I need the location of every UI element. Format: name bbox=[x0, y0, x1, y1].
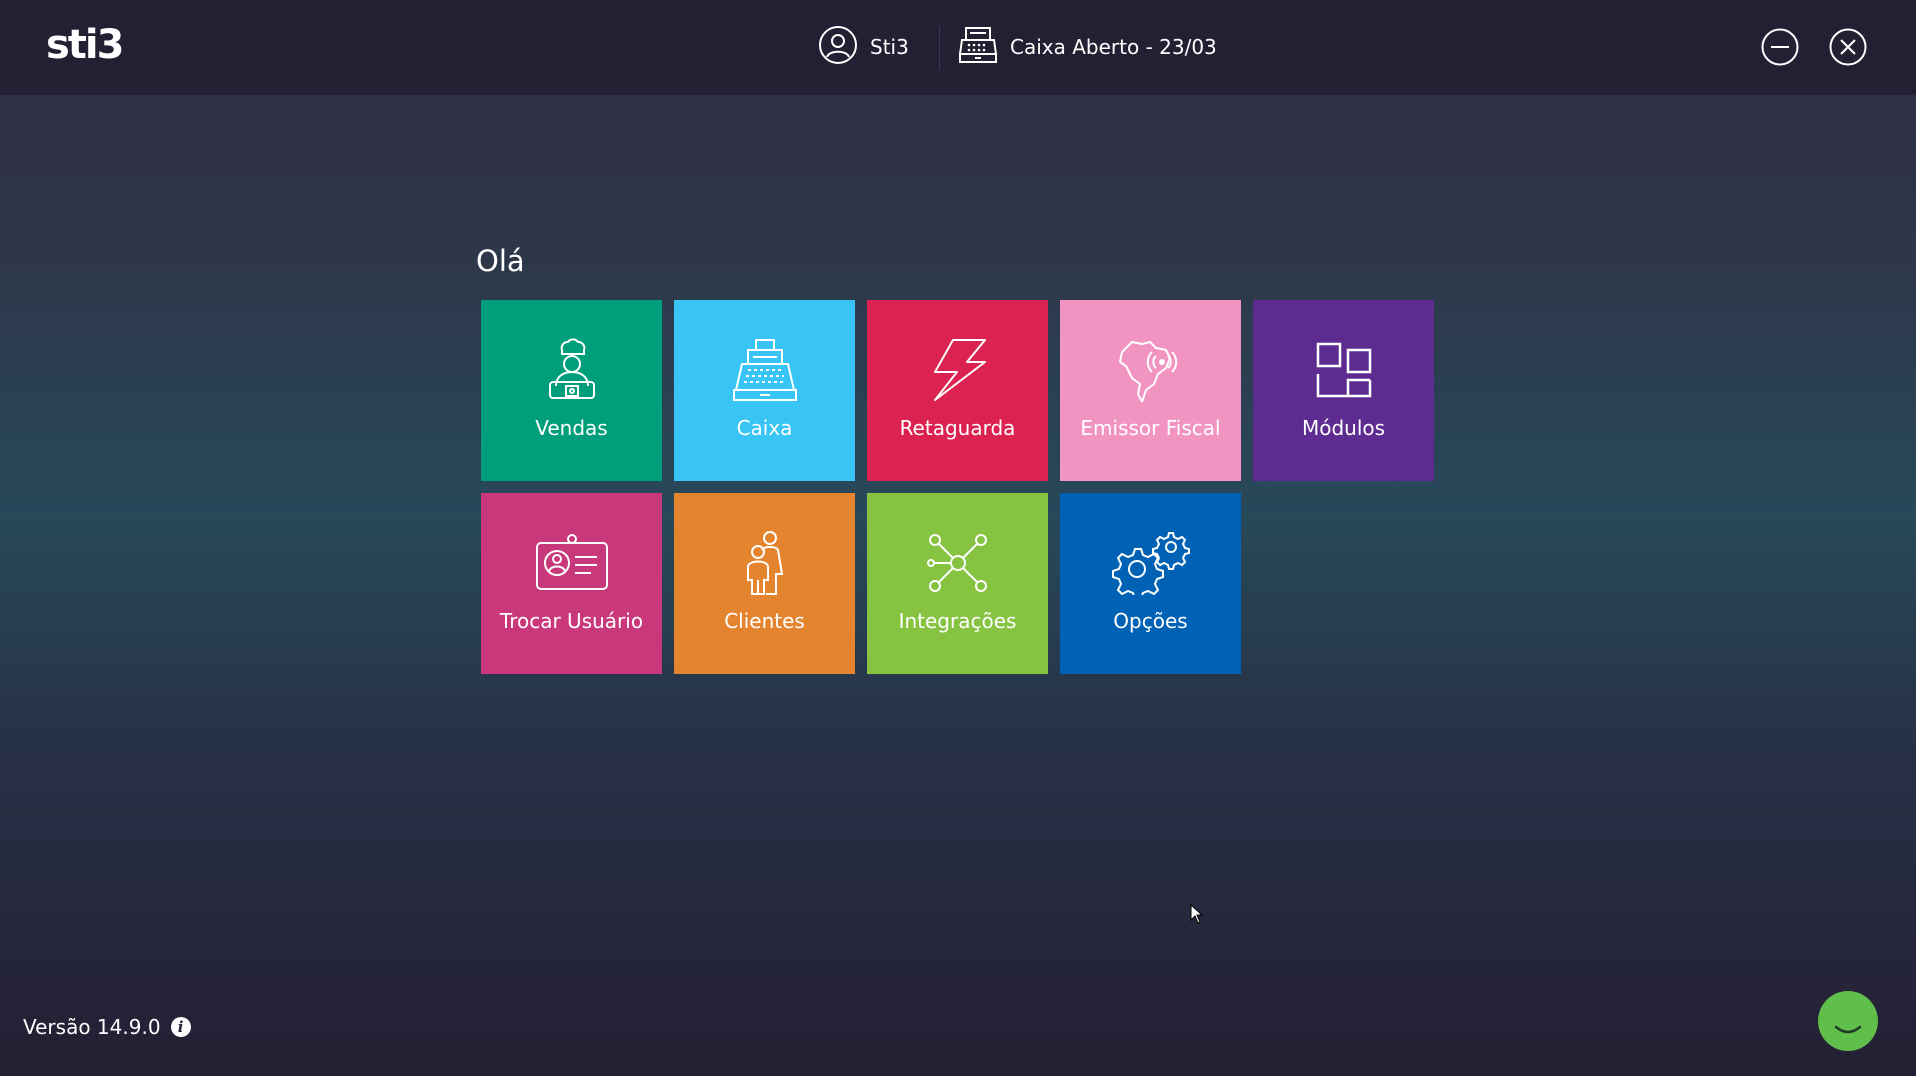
user-name: Sti3 bbox=[870, 35, 909, 59]
minimize-icon bbox=[1761, 28, 1799, 66]
cashier-status-text: Caixa Aberto - 23/03 bbox=[1010, 35, 1217, 59]
cashier-status[interactable]: Caixa Aberto - 23/03 bbox=[958, 26, 1217, 68]
current-user[interactable]: Sti3 bbox=[818, 26, 909, 68]
tile-label: Opções bbox=[1113, 609, 1188, 633]
mouse-cursor bbox=[1190, 903, 1204, 928]
header-divider bbox=[939, 26, 940, 70]
gears-icon bbox=[1101, 529, 1201, 597]
version-info: Versão 14.9.0 i bbox=[23, 1015, 191, 1039]
version-text: Versão 14.9.0 bbox=[23, 1015, 161, 1039]
network-icon bbox=[908, 529, 1008, 597]
cash-register-icon bbox=[715, 336, 815, 404]
tile-retaguarda[interactable]: Retaguarda bbox=[867, 300, 1048, 481]
close-button[interactable] bbox=[1829, 28, 1867, 66]
close-icon bbox=[1829, 28, 1867, 66]
cash-register-icon bbox=[958, 26, 998, 68]
id-card-icon bbox=[522, 529, 622, 597]
chat-button[interactable] bbox=[1818, 991, 1878, 1051]
info-icon[interactable]: i bbox=[170, 1017, 191, 1037]
tile-opcoes[interactable]: Opções bbox=[1060, 493, 1241, 674]
tile-label: Trocar Usuário bbox=[499, 609, 644, 633]
brazil-map-signal-icon bbox=[1101, 336, 1201, 404]
minimize-button[interactable] bbox=[1761, 28, 1799, 66]
tile-label: Clientes bbox=[724, 609, 805, 633]
tile-emissor-fiscal[interactable]: Emissor Fiscal bbox=[1060, 300, 1241, 481]
modules-icon bbox=[1294, 336, 1394, 404]
tile-label: Vendas bbox=[535, 416, 608, 440]
tile-clientes[interactable]: Clientes bbox=[674, 493, 855, 674]
user-circle-icon bbox=[818, 25, 858, 69]
tile-label: Módulos bbox=[1301, 416, 1386, 440]
tile-label: Retaguarda bbox=[899, 416, 1016, 440]
chat-icon bbox=[1834, 1025, 1862, 1034]
tile-trocar-usuario[interactable]: Trocar Usuário bbox=[481, 493, 662, 674]
greeting: Olá bbox=[476, 244, 525, 278]
tile-label: Emissor Fiscal bbox=[1080, 416, 1221, 440]
sti3-logo: sti3 bbox=[46, 22, 124, 68]
tile-modulos[interactable]: Módulos bbox=[1253, 300, 1434, 481]
tile-label: Caixa bbox=[736, 416, 793, 440]
tile-vendas[interactable]: Vendas bbox=[481, 300, 662, 481]
top-bar: sti3 Sti3 Caixa Aberto - 23/03 bbox=[0, 0, 1916, 95]
tile-caixa[interactable]: Caixa bbox=[674, 300, 855, 481]
tile-integracoes[interactable]: Integrações bbox=[867, 493, 1048, 674]
tile-label: Integrações bbox=[898, 609, 1017, 633]
lightning-icon bbox=[908, 336, 1008, 404]
people-icon bbox=[715, 529, 815, 597]
chef-icon bbox=[522, 336, 622, 404]
